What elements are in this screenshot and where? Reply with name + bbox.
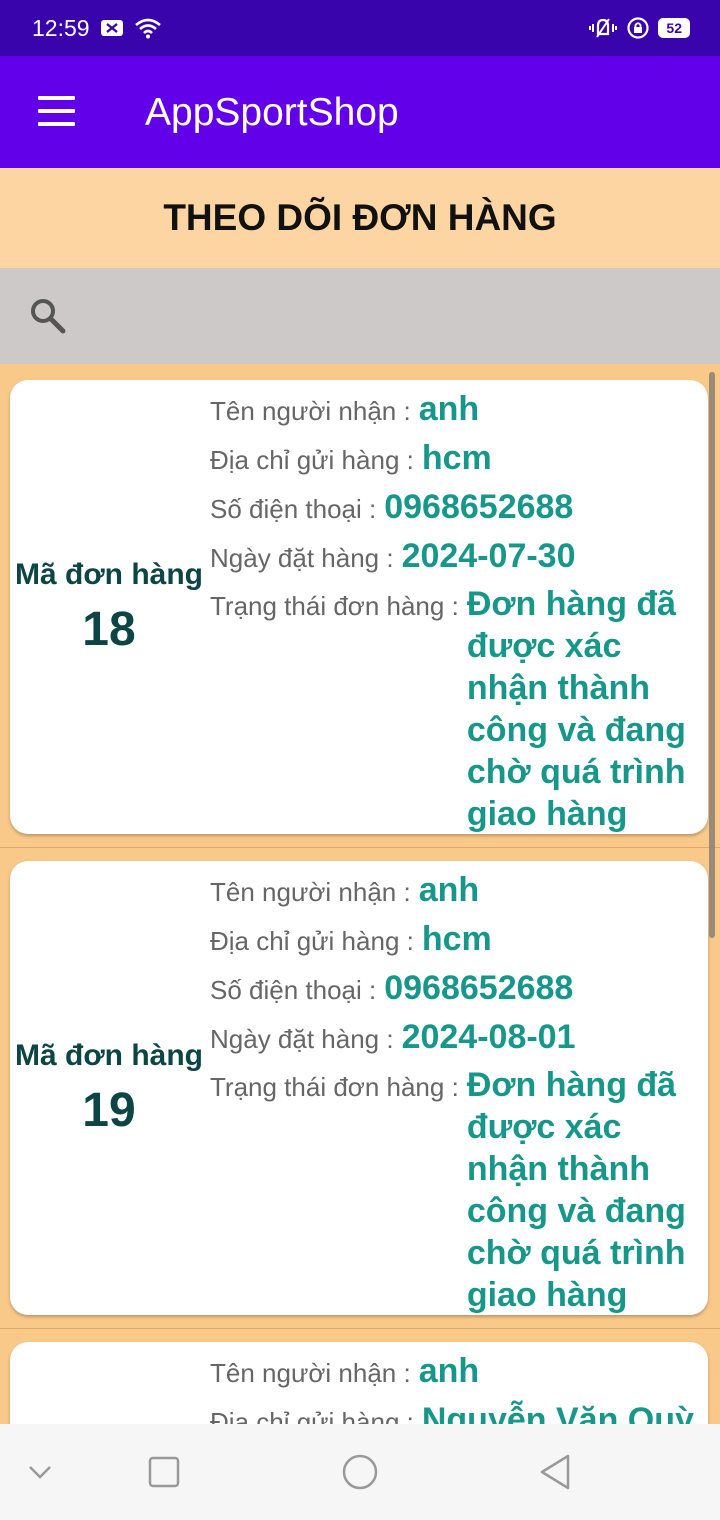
order-card[interactable]: Tên người nhận : anh Địa chỉ gửi hàng : … xyxy=(10,1342,708,1424)
address-label: Địa chỉ gửi hàng : xyxy=(210,1407,414,1424)
search-icon[interactable] xyxy=(28,296,68,336)
app-title: AppSportShop xyxy=(145,91,399,134)
phone-value: 0968652688 xyxy=(384,488,574,526)
status-row: Trạng thái đơn hàng : Đơn hàng đã được x… xyxy=(210,1064,689,1316)
order-code: Mã đơn hàng 19 xyxy=(10,1039,208,1138)
address-value: Nguyễn Văn Quỳ xyxy=(421,1401,694,1424)
receiver-row: Tên người nhận : anh xyxy=(210,1352,479,1391)
rotation-lock-icon xyxy=(626,16,650,40)
receiver-value: anh xyxy=(418,871,480,909)
order-code-label: Mã đơn hàng xyxy=(15,1039,203,1072)
address-row: Địa chỉ gửi hàng : hcm xyxy=(210,439,492,478)
status-label: Trạng thái đơn hàng : xyxy=(210,1072,459,1102)
system-nav-bar xyxy=(0,1424,720,1520)
page-title: THEO DÕI ĐƠN HÀNG xyxy=(163,197,557,238)
address-value: hcm xyxy=(421,439,492,477)
order-code-value: 19 xyxy=(82,1084,136,1137)
receiver-label: Tên người nhận : xyxy=(210,1358,411,1388)
receiver-value: anh xyxy=(418,1352,480,1390)
divider xyxy=(0,847,720,848)
receiver-label: Tên người nhận : xyxy=(210,396,411,426)
clock: 12:59 xyxy=(32,14,90,41)
order-code: Mã đơn hàng 18 xyxy=(10,558,208,657)
wifi-icon xyxy=(134,17,162,39)
date-value: 2024-08-01 xyxy=(401,1018,576,1056)
order-code-label: Mã đơn hàng xyxy=(15,558,203,591)
receiver-row: Tên người nhận : anh xyxy=(210,871,479,910)
vibrate-icon xyxy=(588,16,618,40)
phone-row: Số điện thoại : 0968652688 xyxy=(210,488,573,527)
date-label: Ngày đặt hàng : xyxy=(210,1024,394,1054)
receiver-value: anh xyxy=(418,390,480,428)
chevron-down-icon[interactable] xyxy=(20,1452,60,1492)
phone-value: 0968652688 xyxy=(384,969,574,1007)
status-value: Đơn hàng đã được xác nhận thành công và … xyxy=(466,585,686,833)
back-button[interactable] xyxy=(536,1452,576,1492)
date-row: Ngày đặt hàng : 2024-08-01 xyxy=(210,1018,576,1057)
order-code-value: 18 xyxy=(82,603,136,656)
status-row: Trạng thái đơn hàng : Đơn hàng đã được x… xyxy=(210,583,689,835)
address-label: Địa chỉ gửi hàng : xyxy=(210,445,414,475)
receiver-row: Tên người nhận : anh xyxy=(210,390,479,429)
status-bar: 12:59 52 xyxy=(0,0,720,56)
notification-icon xyxy=(100,18,124,38)
order-card[interactable]: Mã đơn hàng 19 Tên người nhận : anh Địa … xyxy=(10,861,708,1315)
divider xyxy=(0,1328,720,1329)
address-value: hcm xyxy=(421,920,492,958)
status-label: Trạng thái đơn hàng : xyxy=(210,591,459,621)
date-row: Ngày đặt hàng : 2024-07-30 xyxy=(210,537,576,576)
home-button[interactable] xyxy=(340,1452,380,1492)
order-list[interactable]: Mã đơn hàng 18 Tên người nhận : anh Địa … xyxy=(0,364,720,1424)
status-value: Đơn hàng đã được xác nhận thành công và … xyxy=(466,1066,686,1314)
scrollbar[interactable] xyxy=(709,372,715,938)
app-bar: AppSportShop xyxy=(0,56,720,168)
date-label: Ngày đặt hàng : xyxy=(210,543,394,573)
phone-label: Số điện thoại : xyxy=(210,975,377,1005)
phone-label: Số điện thoại : xyxy=(210,494,377,524)
battery-level: 52 xyxy=(658,18,690,38)
address-label: Địa chỉ gửi hàng : xyxy=(210,926,414,956)
date-value: 2024-07-30 xyxy=(401,537,576,575)
receiver-label: Tên người nhận : xyxy=(210,877,411,907)
address-row: Địa chỉ gửi hàng : Nguyễn Văn Quỳ xyxy=(210,1401,694,1424)
order-card[interactable]: Mã đơn hàng 18 Tên người nhận : anh Địa … xyxy=(10,380,708,834)
menu-icon[interactable] xyxy=(38,96,75,126)
search-bar[interactable] xyxy=(0,268,720,364)
recent-apps-button[interactable] xyxy=(144,1452,184,1492)
address-row: Địa chỉ gửi hàng : hcm xyxy=(210,920,492,959)
phone-row: Số điện thoại : 0968652688 xyxy=(210,969,573,1008)
page-header: THEO DÕI ĐƠN HÀNG xyxy=(0,168,720,268)
